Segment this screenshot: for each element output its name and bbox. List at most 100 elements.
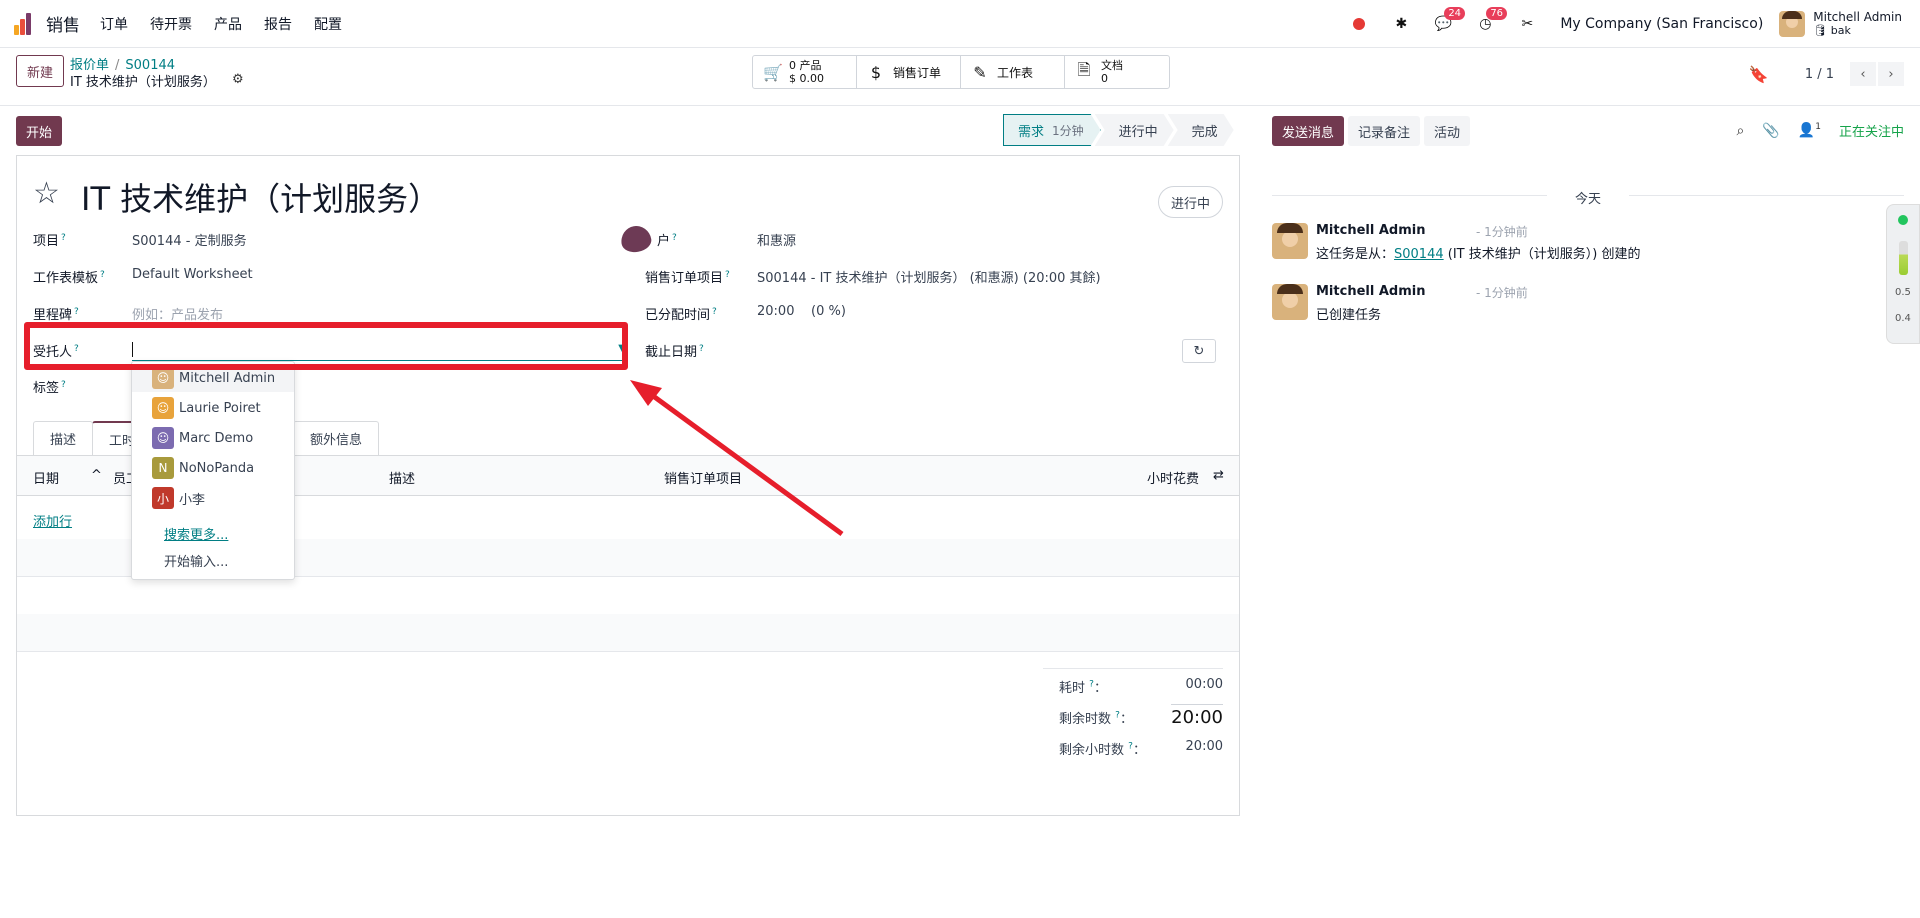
bookmark-icon[interactable]: 🔖: [1749, 65, 1769, 84]
date-separator: 今天: [1272, 188, 1904, 207]
activity-button[interactable]: 活动: [1424, 116, 1471, 146]
recording-dot-icon[interactable]: [1350, 15, 1368, 33]
option-xiaoli[interactable]: 小小李: [132, 484, 294, 512]
project-label: 项目?: [33, 232, 66, 249]
option-laurie-poiret[interactable]: ☺ Laurie Poiret: [132, 394, 294, 422]
followers-icon[interactable]: 👤1: [1798, 122, 1821, 139]
avatar[interactable]: [1272, 223, 1308, 259]
company-switcher[interactable]: My Company (San Francisco): [1560, 16, 1763, 32]
menu-orders[interactable]: 订单: [100, 14, 128, 34]
sort-caret-icon[interactable]: ^: [91, 468, 102, 483]
total-effective: 耗时 ?： 00:00: [1059, 677, 1223, 696]
paperclip-icon[interactable]: 📎: [1762, 123, 1779, 139]
order-link[interactable]: S00144: [1394, 247, 1444, 262]
download-speed: 0.4: [1895, 313, 1911, 324]
star-icon[interactable]: ☆: [33, 176, 60, 211]
documents-smart-button[interactable]: 🗎 文档 0: [1065, 56, 1169, 88]
avatar[interactable]: [1272, 284, 1308, 320]
empty-row: [17, 614, 1239, 651]
worksheet-label: 工作表模板?: [33, 269, 105, 286]
menu-reporting[interactable]: 报告: [264, 14, 292, 34]
cart-icon: 🛒: [763, 62, 783, 82]
sale-line-label: 销售订单项目?: [645, 269, 730, 286]
start-typing-hint: 开始输入...: [164, 555, 229, 570]
col-hours-spent[interactable]: 小时花费: [1147, 468, 1199, 487]
col-date[interactable]: 日期: [33, 468, 59, 487]
message-time: - 1分钟前: [1476, 286, 1528, 300]
sale-line-field[interactable]: S00144 - IT 技术维护（计划服务） (和惠源) (20:00 其餘): [757, 267, 1101, 286]
deadline-label: 截止日期?: [645, 343, 704, 360]
menu-products[interactable]: 产品: [214, 14, 242, 34]
new-button[interactable]: 新建: [16, 55, 65, 87]
database-name: 🛢 bak: [1813, 24, 1851, 37]
worksheet-field[interactable]: Default Worksheet: [132, 267, 253, 282]
avatar: ☺: [152, 397, 174, 419]
customer-field[interactable]: 和惠源: [757, 230, 796, 249]
user-name: Mitchell Admin: [1813, 10, 1902, 24]
col-description[interactable]: 描述: [389, 468, 415, 487]
col-sale-line[interactable]: 销售订单项目: [664, 468, 742, 487]
timesheet-totals: 耗时 ?： 00:00 剩余时数 ?： 20:00 剩余小时数 ?： 20:00: [1043, 668, 1223, 762]
stage-in-progress[interactable]: 进行中: [1095, 114, 1174, 146]
project-field[interactable]: S00144 - 定制服务: [132, 230, 247, 249]
sales-order-smart-button[interactable]: $ 销售订单: [857, 56, 961, 88]
allocated-time-label: 已分配时间?: [645, 306, 717, 323]
stage-requirement[interactable]: 需求 1分钟: [1003, 114, 1101, 146]
products-smart-button[interactable]: 🛒 0 产品 $ 0.00: [753, 56, 857, 88]
menu-to-invoice[interactable]: 待开票: [150, 14, 192, 34]
bug-icon[interactable]: ✱: [1392, 15, 1410, 33]
upload-speed: 0.5: [1895, 287, 1911, 298]
task-title[interactable]: IT 技术维护（计划服务）: [81, 174, 440, 220]
milestone-label: 里程碑?: [33, 306, 79, 323]
user-menu[interactable]: Mitchell Admin 🛢 bak: [1813, 10, 1902, 38]
column-settings-icon[interactable]: ⇄: [1213, 468, 1224, 483]
add-line-link[interactable]: 添加行: [33, 511, 72, 530]
user-avatar[interactable]: [1779, 11, 1806, 37]
pager-next-button[interactable]: ›: [1878, 62, 1904, 86]
tags-label: 标签?: [33, 379, 66, 396]
chat-badge: 24: [1444, 7, 1466, 20]
avatar: N: [152, 457, 174, 479]
message-time: - 1分钟前: [1476, 225, 1528, 239]
following-button[interactable]: 正在关注中: [1839, 121, 1904, 140]
pager-previous-button[interactable]: ‹: [1850, 62, 1876, 86]
worksheet-smart-button[interactable]: ✎ 工作表: [961, 56, 1065, 88]
allocated-time-field[interactable]: 20:00 (0 %): [757, 304, 846, 319]
milestone-field[interactable]: 例如：产品发布: [132, 304, 223, 323]
pager: 🔖 1 / 1 ‹ ›: [1749, 62, 1904, 86]
gear-icon[interactable]: ⚙: [232, 72, 244, 87]
search-more-link[interactable]: 搜索更多...: [164, 524, 228, 543]
tools-icon[interactable]: ✂: [1518, 15, 1536, 33]
row-separator: [17, 651, 1239, 652]
clock-icon[interactable]: ◷ 76: [1476, 7, 1508, 33]
menu-configuration[interactable]: 配置: [314, 14, 342, 34]
option-marc-demo[interactable]: ☺ Marc Demo: [132, 424, 294, 452]
pager-value[interactable]: 1 / 1: [1805, 67, 1834, 82]
refresh-icon[interactable]: ↻: [1182, 339, 1216, 363]
total-remaining-hours: 剩余小时数 ?： 20:00: [1059, 739, 1223, 758]
search-icon[interactable]: ⌕: [1737, 123, 1745, 139]
customer-label: 户?: [657, 232, 677, 249]
log-note-button[interactable]: 记录备注: [1348, 116, 1421, 146]
avatar: 小: [152, 487, 174, 509]
control-panel: 新建 报价单 / S00144 IT 技术维护（计划服务） ⚙ 🛒 0 产品 $ 0.…: [0, 48, 1920, 106]
tab-description[interactable]: 描述: [33, 421, 94, 455]
chat-icon[interactable]: 💬 24: [1434, 7, 1466, 33]
status-dot-icon: [1898, 215, 1908, 225]
stage-done[interactable]: 完成: [1168, 114, 1234, 146]
task-state-button[interactable]: 进行中: [1157, 186, 1223, 218]
stage-statusbar: 需求 1分钟 进行中 完成: [1003, 114, 1234, 146]
tab-extra-info[interactable]: 额外信息: [293, 421, 380, 455]
signal-bar-icon: [1899, 241, 1908, 275]
chatter-actions: 发送消息 记录备注 活动: [1272, 116, 1474, 146]
cursor-blob: [618, 223, 654, 255]
send-message-button[interactable]: 发送消息: [1272, 116, 1345, 146]
option-nonopanda[interactable]: N NoNoPanda: [132, 454, 294, 482]
network-monitor-widget[interactable]: 0.5 0.4: [1886, 204, 1920, 344]
avatar: ☺: [152, 427, 174, 449]
database-icon: 🛢: [1813, 24, 1828, 37]
app-brand[interactable]: 销售: [14, 11, 100, 36]
start-timer-button[interactable]: 开始: [16, 116, 63, 146]
top-navbar: 销售 订单 待开票 产品 报告 配置 ✱ 💬 24 ◷ 76 ✂ My Compan…: [0, 0, 1920, 48]
pencil-icon: ✎: [973, 62, 987, 82]
